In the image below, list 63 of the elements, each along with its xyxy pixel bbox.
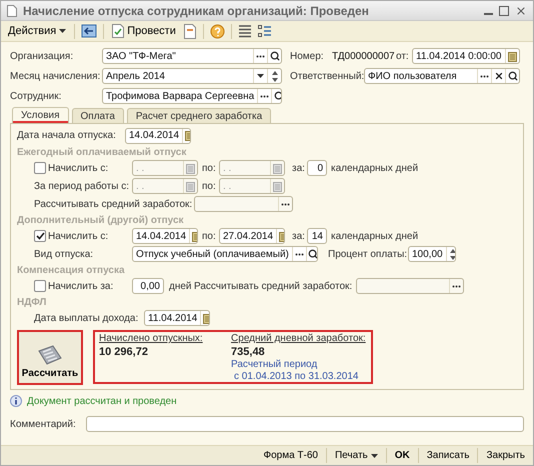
date-field[interactable]: 27.04.2014 <box>219 228 285 244</box>
footer-button[interactable]: Записать <box>422 450 474 461</box>
field-label: Месяц начисления: <box>10 70 102 82</box>
window-title: Начисление отпуска сотрудникам организаций: Проведен <box>23 4 370 18</box>
field-label: Сотрудник: <box>10 90 62 102</box>
section-title: Дополнительный (другой) отпуск <box>17 214 184 226</box>
document-number: ТД000000007 <box>332 50 396 62</box>
actions-menu[interactable]: Действия <box>6 22 68 40</box>
result-label: Средний дневной заработок: <box>231 333 366 345</box>
section-title: Компенсация отпуска <box>17 264 125 276</box>
calculate-button[interactable]: Рассчитать <box>17 330 83 385</box>
field-label: Ответственный: <box>289 70 364 82</box>
footer-button[interactable]: Закрыть <box>482 450 529 461</box>
responsible-field[interactable]: ФИО пользователя <box>364 68 520 84</box>
field-label: за: <box>291 230 306 242</box>
tab[interactable]: Условия <box>12 107 69 123</box>
field-label: Дата начала отпуска: <box>17 130 117 141</box>
leave-type-field[interactable]: Отпуск учебный (оплачиваемый) <box>132 246 318 262</box>
unit-label: дней <box>168 280 193 292</box>
field-label: Организация: <box>10 50 74 62</box>
field-label: Номер: <box>289 50 325 62</box>
field-label: по: <box>201 162 217 174</box>
ok-button[interactable]: OK <box>390 450 414 461</box>
checkbox-label: Начислить за: <box>48 280 114 292</box>
period-link[interactable]: с 01.04.2013 по 31.03.2014 <box>231 371 358 383</box>
post-button[interactable]: Провести <box>110 22 178 40</box>
date-field[interactable]: 11.04.2014 <box>144 310 210 326</box>
print-menu[interactable]: Печать <box>330 450 382 461</box>
field-label: Дата выплаты дохода: <box>34 312 140 324</box>
date-field[interactable]: 14.04.2014 <box>125 128 191 144</box>
days-field[interactable]: 0,00 <box>132 278 164 294</box>
footer-button[interactable]: Форма Т-60 <box>259 450 322 461</box>
field-label: Вид отпуска: <box>34 248 94 260</box>
employee-field[interactable]: Трофимова Варвара Сергеевна <box>102 88 282 104</box>
organization-field[interactable]: ЗАО "ТФ-Мега" <box>102 48 282 64</box>
tab[interactable]: Расчет среднего заработка <box>126 108 272 123</box>
unit-label: календарных дней <box>330 162 418 174</box>
checkbox-label: Начислить с: <box>48 162 110 174</box>
month-field[interactable]: Апрель 2014 <box>102 68 282 84</box>
field-label: Процент оплаты: <box>327 248 408 260</box>
section-title: Ежегодный оплачиваемый отпуск <box>17 146 186 158</box>
field-label: по: <box>201 180 217 192</box>
field-label: Рассчитывать средний заработок: <box>194 280 354 292</box>
result-value: 735,48 <box>231 346 265 359</box>
field-label: Комментарий: <box>10 418 77 430</box>
field-label: по: <box>201 230 217 242</box>
result-label: Начислено отпускных: <box>99 333 203 345</box>
tab[interactable]: Оплата <box>72 108 124 123</box>
percent-field[interactable]: 100,00 <box>408 246 456 262</box>
days-field[interactable]: 0 <box>307 160 327 176</box>
result-value: 10 296,72 <box>99 346 148 359</box>
date-field[interactable]: 11.04.2014 0:00:00 <box>412 48 520 64</box>
unit-label: календарных дней <box>330 230 418 242</box>
date-field[interactable]: 14.04.2014 <box>132 228 198 244</box>
field-label: За период работы с: <box>34 180 130 192</box>
checkbox-label: Начислить с: <box>48 230 110 242</box>
field-label: от: <box>396 50 410 62</box>
field-label: Рассчитывать средний заработок: <box>34 198 194 210</box>
days-field[interactable]: 14 <box>307 228 327 244</box>
period-link[interactable]: Расчетный период <box>231 359 318 371</box>
section-title: НДФЛ <box>17 296 46 308</box>
status-message: Документ рассчитан и проведен <box>27 396 177 406</box>
field-label: за: <box>291 162 306 174</box>
